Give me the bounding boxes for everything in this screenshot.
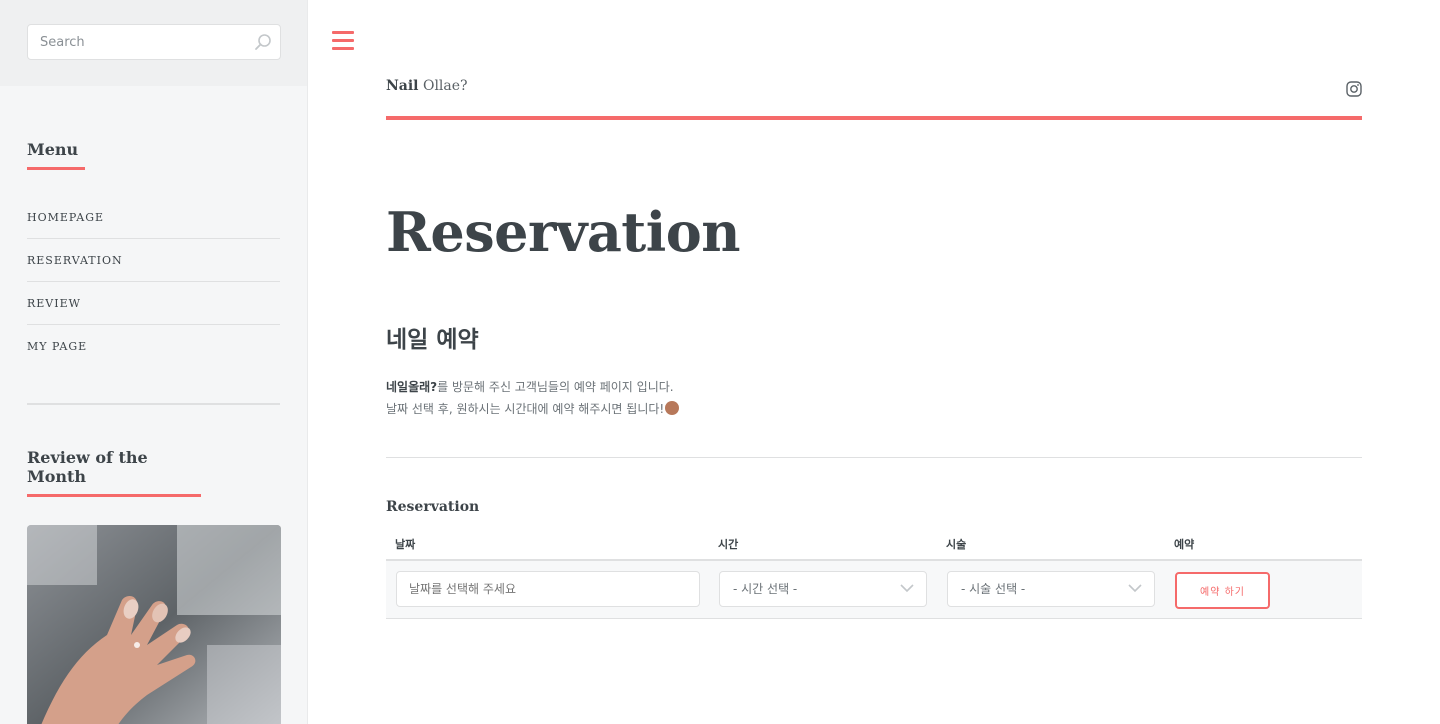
column-header-time: 시간 <box>718 538 739 551</box>
page-title: Reservation <box>386 200 741 264</box>
search-input[interactable] <box>28 25 238 59</box>
site-header: Nail Ollae? <box>386 78 1362 120</box>
intro-brand: 네일올래? <box>386 380 438 394</box>
menu-item-reservation[interactable]: RESERVATION <box>27 239 280 282</box>
table-header: 날짜 시간 시술 예약 <box>386 530 1362 561</box>
bear-emoji-icon <box>665 401 680 415</box>
reserve-button[interactable]: 예약 하기 <box>1175 572 1270 609</box>
instagram-icon[interactable] <box>1346 81 1362 97</box>
column-header-service: 시술 <box>946 538 967 551</box>
intro-line2: 날짜 선택 후, 원하시는 시간대에 예약 해주시면 됩니다! <box>386 402 665 416</box>
reservation-form-title: Reservation <box>386 499 480 515</box>
nail-photo-image <box>27 525 281 724</box>
chevron-down-icon <box>1128 584 1142 593</box>
brand-logo[interactable]: Nail Ollae? <box>386 78 1362 94</box>
time-select[interactable]: - 시간 선택 - <box>719 571 927 607</box>
search-section <box>0 0 307 86</box>
section-divider <box>386 457 1362 458</box>
menu-title: Menu <box>27 140 85 170</box>
chevron-down-icon <box>900 584 914 593</box>
hamburger-menu-icon[interactable] <box>332 31 354 51</box>
menu-section: Menu HOMEPAGE RESERVATION REVIEW MY PAGE <box>0 86 307 368</box>
review-section: Review of the Month <box>0 405 307 724</box>
brand-name-rest: Ollae? <box>422 78 468 94</box>
menu-item-homepage[interactable]: HOMEPAGE <box>27 196 280 239</box>
time-select-value: - 시간 선택 - <box>733 582 798 596</box>
reservation-table: 날짜 시간 시술 예약 - 시간 선택 - - 시술 선택 - 예약 하기 <box>386 530 1362 619</box>
intro-line1: 를 방문해 주신 고객님들의 예약 페이지 입니다. <box>437 380 674 394</box>
brand-name-bold: Nail <box>386 78 419 94</box>
sidebar: Menu HOMEPAGE RESERVATION REVIEW MY PAGE… <box>0 0 308 724</box>
page-subtitle: 네일 예약 <box>386 327 479 353</box>
column-header-reserve: 예약 <box>1174 538 1195 551</box>
search-box <box>27 24 281 60</box>
service-select-value: - 시술 선택 - <box>961 582 1026 596</box>
menu-list: HOMEPAGE RESERVATION REVIEW MY PAGE <box>27 196 280 368</box>
service-select[interactable]: - 시술 선택 - <box>947 571 1155 607</box>
menu-item-my-page[interactable]: MY PAGE <box>27 325 280 368</box>
search-icon[interactable] <box>254 33 272 51</box>
menu-item-review[interactable]: REVIEW <box>27 282 280 325</box>
review-title: Review of the Month <box>27 448 201 497</box>
date-picker-input[interactable] <box>396 571 700 607</box>
table-row: - 시간 선택 - - 시술 선택 - 예약 하기 <box>386 561 1362 619</box>
review-photo[interactable] <box>27 525 281 724</box>
column-header-date: 날짜 <box>395 538 416 551</box>
intro-text: 네일올래?를 방문해 주신 고객님들의 예약 페이지 입니다. 날짜 선택 후,… <box>386 376 680 420</box>
